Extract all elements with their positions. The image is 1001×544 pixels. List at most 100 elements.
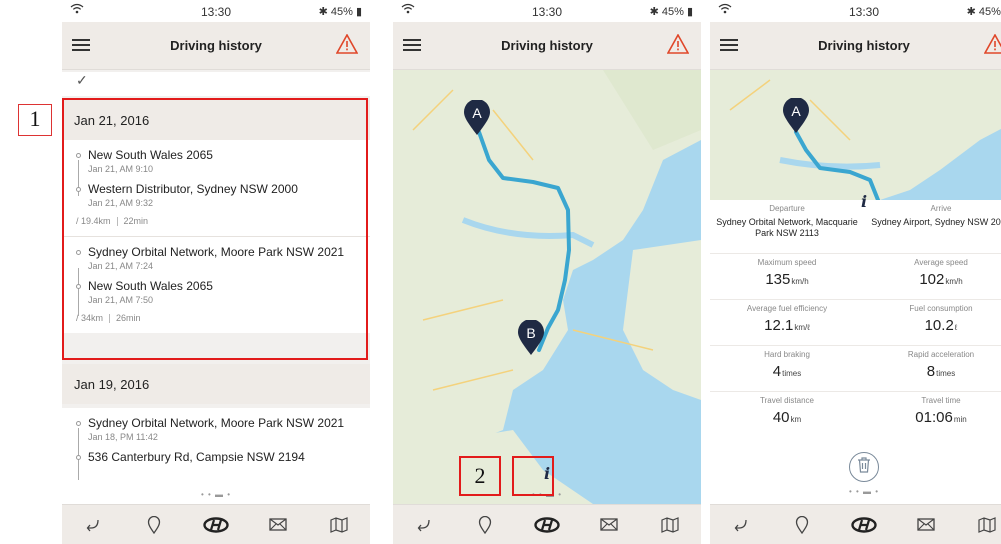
details-row-speed: Maximum speed 135km/h Average speed 102k… <box>710 254 1001 300</box>
date-header: Jan 19, 2016 <box>62 364 370 404</box>
departure-value: Sydney Orbital Network, Macquarie Park N… <box>716 217 858 238</box>
mail-icon[interactable] <box>906 510 946 540</box>
back-icon[interactable] <box>721 510 761 540</box>
details-row-route: Departure Sydney Orbital Network, Macqua… <box>710 200 1001 254</box>
app-bar: Driving history <box>62 22 370 70</box>
departure-cell: Departure Sydney Orbital Network, Macqua… <box>710 200 864 253</box>
map-icon[interactable] <box>967 510 1001 540</box>
status-bar: 13:30 ✱ 45% ▮ <box>393 0 701 22</box>
status-bar: 13:30 ✱ 45% ▮ <box>710 0 1001 22</box>
battery-percent: 45% <box>330 6 353 18</box>
bluetooth-icon: ✱ <box>966 6 976 18</box>
location-pin-icon[interactable] <box>782 510 822 540</box>
travel-time-cell: Travel time 01:06min <box>864 392 1001 438</box>
avg-fuel-value: 12.1km/ℓ <box>764 317 810 334</box>
details-row-travel: Travel distance 40km Travel time 01:06mi… <box>710 392 1001 438</box>
history-group: Jan 19, 2016 Sydney Orbital Network, Moo… <box>62 364 370 504</box>
departure-label: Departure <box>769 204 805 213</box>
map-icon[interactable] <box>650 510 690 540</box>
bluetooth-icon: ✱ <box>649 6 659 18</box>
rapid-acceleration-label: Rapid acceleration <box>907 350 975 359</box>
fuel-consumption-label: Fuel consumption <box>909 304 973 313</box>
bottom-nav <box>393 504 701 544</box>
back-icon[interactable] <box>73 510 113 540</box>
status-bar: 13:30 ✱ 45% ▮ <box>62 0 370 22</box>
battery-percent: 45% <box>661 6 684 18</box>
start-place: Sydney Orbital Network, Moore Park NSW 2… <box>88 416 345 430</box>
highlight-box-info <box>512 456 554 496</box>
app-bar: Driving history <box>393 22 701 70</box>
bluetooth-icon: ✱ <box>318 6 328 18</box>
warning-icon[interactable] <box>666 33 691 56</box>
status-time: 13:30 <box>848 5 880 19</box>
bottom-nav <box>62 504 370 544</box>
check-icon: ✓ <box>76 72 88 88</box>
screenshot-stage: 13:30 ✱ 45% ▮ Driving history ✓ Jan 21, … <box>0 0 1001 544</box>
start-dot-icon <box>76 421 81 426</box>
page-title: Driving history <box>501 38 593 53</box>
route-map[interactable]: A B i <box>393 70 701 504</box>
marker-a-icon[interactable]: A <box>782 97 810 134</box>
status-right: ✱ 45% ▮ <box>319 5 362 18</box>
hyundai-logo-icon[interactable] <box>527 510 567 540</box>
mail-icon[interactable] <box>258 510 298 540</box>
battery-icon: ▮ <box>355 6 362 18</box>
rapid-acceleration-value: 8times <box>926 363 956 380</box>
marker-b-icon[interactable]: B <box>517 319 545 356</box>
avg-speed-label: Average speed <box>914 258 968 267</box>
map-icon[interactable] <box>319 510 359 540</box>
trip-end: 536 Canterbury Rd, Campsie NSW 2194 <box>74 450 358 465</box>
avg-fuel-cell: Average fuel efficiency 12.1km/ℓ <box>710 300 864 345</box>
travel-time-label: Travel time <box>921 396 961 405</box>
hard-braking-value: 4times <box>772 363 802 380</box>
page-indicator: • • ▬ • <box>200 490 232 499</box>
rapid-acceleration-cell: Rapid acceleration 8times <box>864 346 1001 391</box>
hyundai-logo-icon[interactable] <box>196 510 236 540</box>
callout-1: 1 <box>18 104 52 136</box>
trip-start: Sydney Orbital Network, Moore Park NSW 2… <box>74 416 358 442</box>
app-bar: Driving history <box>710 22 1001 70</box>
max-speed-label: Maximum speed <box>757 258 817 267</box>
hard-braking-label: Hard braking <box>764 350 810 359</box>
battery-icon: ▮ <box>686 6 693 18</box>
location-pin-icon[interactable] <box>134 510 174 540</box>
marker-a-icon[interactable]: A <box>463 99 491 136</box>
warning-icon[interactable] <box>983 33 1001 56</box>
page-title: Driving history <box>170 38 262 53</box>
arrive-value: Sydney Airport, Sydney NSW 2020 <box>871 217 1001 227</box>
max-speed-value: 135km/h <box>765 271 809 288</box>
details-row-driving: Hard braking 4times Rapid acceleration 8… <box>710 346 1001 392</box>
back-icon[interactable] <box>404 510 444 540</box>
delete-trip-button[interactable] <box>849 452 879 482</box>
select-all-check[interactable]: ✓ <box>62 72 370 96</box>
arrive-label: Arrive <box>930 204 952 213</box>
page-indicator: • • ▬ • <box>848 487 880 496</box>
travel-time-value: 01:06min <box>915 409 967 426</box>
map-canvas <box>710 70 1001 200</box>
details-row-fuel: Average fuel efficiency 12.1km/ℓ Fuel co… <box>710 300 1001 346</box>
avg-speed-cell: Average speed 102km/h <box>864 254 1001 299</box>
battery-percent: 45% <box>978 6 1001 18</box>
end-dot-icon <box>76 455 81 460</box>
end-place: 536 Canterbury Rd, Campsie NSW 2194 <box>88 450 305 464</box>
trash-icon <box>857 456 871 478</box>
avg-speed-value: 102km/h <box>919 271 963 288</box>
max-speed-cell: Maximum speed 135km/h <box>710 254 864 299</box>
callout-2-label: 2 <box>474 463 486 488</box>
travel-distance-value: 40km <box>772 409 802 426</box>
mail-icon[interactable] <box>589 510 629 540</box>
fuel-consumption-cell: Fuel consumption 10.2ℓ <box>864 300 1001 345</box>
callout-2: 2 <box>459 456 501 496</box>
location-pin-icon[interactable] <box>465 510 505 540</box>
status-right: ✱ 45% ▮ <box>967 5 1001 18</box>
arrive-cell: Arrive Sydney Airport, Sydney NSW 2020 <box>864 200 1001 253</box>
phone-trip-details: 13:30 ✱ 45% ▮ Driving history A <box>710 0 1001 544</box>
route-map-mini[interactable]: A <box>710 70 1001 200</box>
warning-icon[interactable] <box>335 33 360 56</box>
travel-distance-cell: Travel distance 40km <box>710 392 864 438</box>
trip-details-panel: i Departure Sydney Orbital Network, Macq… <box>710 192 1001 438</box>
status-right: ✱ 45% ▮ <box>650 5 693 18</box>
start-time: Jan 18, PM 11:42 <box>88 432 158 442</box>
hyundai-logo-icon[interactable] <box>844 510 884 540</box>
fuel-consumption-value: 10.2ℓ <box>924 317 958 334</box>
